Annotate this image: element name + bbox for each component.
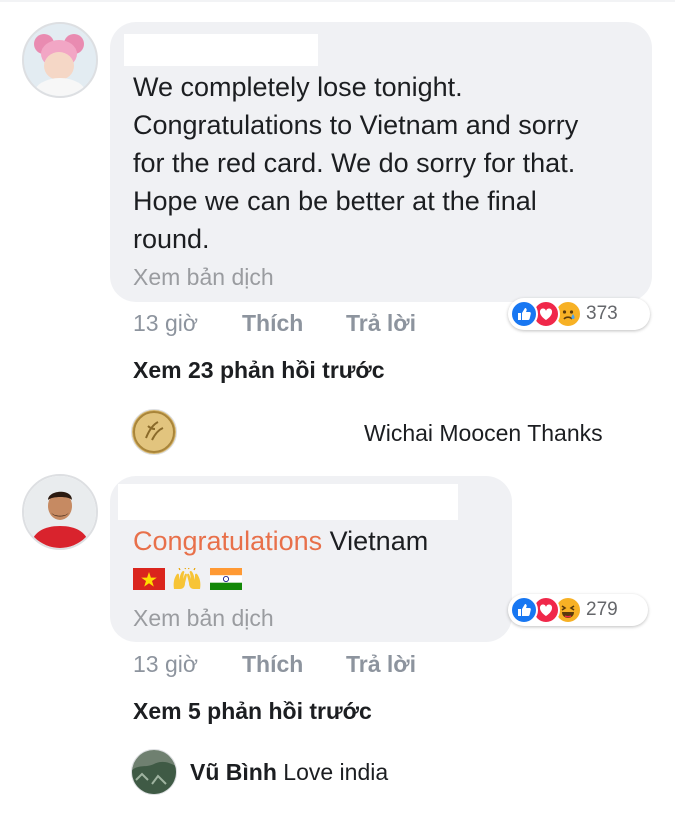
comment-2-reply-button[interactable]: Trả lời [346,651,416,678]
comment-1-reply-button[interactable]: Trả lời [346,310,416,337]
top-divider [0,0,675,2]
reply-1-author[interactable]: Wichai Moocen [364,420,521,446]
comment-2-reaction-count: 279 [586,599,618,620]
landscape-photo-icon [132,750,176,794]
comment-2-rest-text: Vietnam [329,526,429,556]
comment-2-timestamp[interactable]: 13 giờ [133,651,198,678]
comment-2-see-translation-link[interactable]: Xem bản dịch [133,605,274,632]
comment-1-reactions[interactable]: 373 [508,298,650,330]
india-flag-icon [209,568,242,590]
comment-1-author-name [124,34,318,66]
comment-2-highlight-word: Congratulations [133,526,323,556]
commenter-1-avatar[interactable] [22,22,98,98]
comment-1-text: We completely lose tonight. Congratulati… [133,68,643,258]
comment-2-reactions[interactable]: 279 [508,594,648,626]
man-photo-icon [24,476,96,548]
comment-1-like-button[interactable]: Thích [242,310,303,337]
comment-2-text: Congratulations Vietnam [133,522,428,560]
like-icon [510,596,538,624]
reply-1-avatar[interactable] [131,409,177,455]
reply-2-content: Vũ Bình Love india [190,759,388,786]
reply-1-text: Thanks [527,420,603,446]
coin-photo-icon [132,410,176,454]
comment-2-emoji-row [133,568,244,594]
comment-1-line: Congratulations to Vietnam and sorry [133,110,579,140]
like-icon [510,300,538,328]
comment-1-line: Hope we can be better at the final [133,186,537,216]
raised-hands-icon [174,568,201,589]
comment-1-timestamp[interactable]: 13 giờ [133,310,198,337]
reply-2-text: Love india [283,759,389,785]
comment-1-view-previous-replies[interactable]: Xem 23 phản hồi trước [133,357,385,384]
reply-1-content: Wichai Moocen Thanks [364,420,603,447]
comment-2-like-button[interactable]: Thích [242,651,303,678]
comment-1-reaction-count: 373 [586,303,618,324]
comment-1-see-translation-link[interactable]: Xem bản dịch [133,264,274,291]
vietnam-flag-icon [133,568,165,590]
comment-1-line: for the red card. We do sorry for that. [133,148,576,178]
baby-photo-icon [24,24,96,96]
reply-2-avatar[interactable] [131,749,177,795]
comment-2-author-name [118,484,458,520]
comment-2-view-previous-replies[interactable]: Xem 5 phản hồi trước [133,698,372,725]
comment-1-line: We completely lose tonight. [133,72,463,102]
comment-1-line: round. [133,224,210,254]
commenter-2-avatar[interactable] [22,474,98,550]
reply-2-author[interactable]: Vũ Bình [190,759,277,785]
